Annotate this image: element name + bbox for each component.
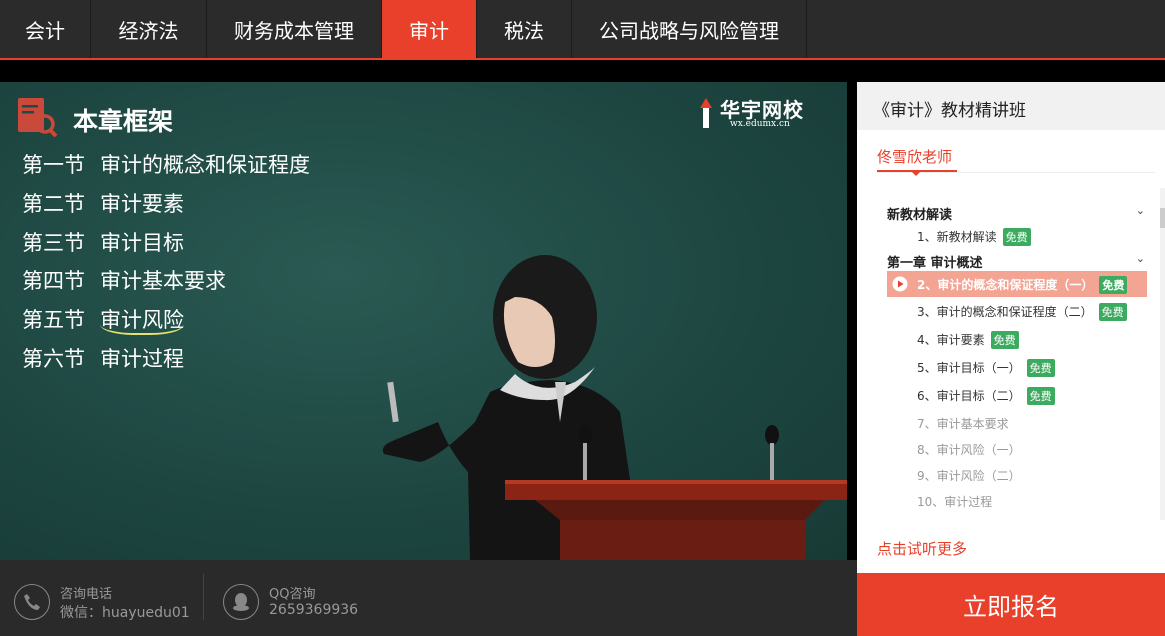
- section-item: 第二节 审计要素: [22, 191, 184, 216]
- free-badge: 免费: [1026, 359, 1055, 377]
- teacher-tab-caret: [911, 171, 921, 176]
- lesson-item[interactable]: 7、审计基本要求: [887, 412, 1147, 434]
- section-item: 第一节 审计的概念和保证程度: [22, 153, 310, 177]
- signup-button[interactable]: 立即报名: [857, 573, 1165, 636]
- scrollbar-thumb[interactable]: [1160, 208, 1165, 228]
- chapter-header-audit-overview[interactable]: 第一章 审计概述 ⌄: [887, 252, 1147, 272]
- lesson-list-scrollbar[interactable]: [1160, 188, 1165, 520]
- lesson-list: 新教材解读 ⌄ 1、新教材解读 免费 第一章 审计概述 ⌄ 2、审计的概念和保证程…: [887, 200, 1157, 518]
- document-search-icon: [18, 98, 58, 138]
- qq-number: 2659369936: [269, 602, 359, 618]
- tab-tax-law[interactable]: 税法: [477, 0, 572, 58]
- lesson-item[interactable]: 5、审计目标（一） 免费: [887, 356, 1147, 378]
- wechat-id: 微信：huayuedu01: [60, 605, 190, 621]
- play-icon: [892, 276, 908, 292]
- lesson-item[interactable]: 3、审计的概念和保证程度（二） 免费: [887, 300, 1147, 322]
- free-badge: 免费: [1002, 228, 1031, 246]
- tab-strategy-risk-management[interactable]: 公司战略与风险管理: [572, 0, 807, 58]
- free-badge: 免费: [1099, 276, 1128, 294]
- lesson-item-active[interactable]: 2、审计的概念和保证程度（一） 免费: [887, 271, 1147, 297]
- tab-accounting[interactable]: 会计: [0, 0, 91, 58]
- contact-bar: 咨询电话 微信：huayuedu01 QQ咨询 2659369936: [0, 560, 857, 636]
- brand-logo: 华宇网校 wx.edumx.cn: [698, 92, 818, 132]
- chevron-down-icon: ⌄: [1135, 204, 1145, 217]
- free-badge: 免费: [1026, 387, 1055, 405]
- course-sidebar: 《审计》教材精讲班 佟雪欣老师 新教材解读 ⌄ 1、新教材解读 免费 第一章 审计…: [857, 82, 1165, 636]
- tab-financial-cost-management[interactable]: 财务成本管理: [207, 0, 382, 58]
- section-item: 第四节 审计基本要求: [22, 269, 226, 294]
- section-item: 第六节 审计过程: [22, 346, 184, 371]
- chevron-down-icon: ⌄: [1135, 252, 1145, 265]
- teacher-tab[interactable]: 佟雪欣老师: [877, 146, 952, 167]
- section-list: 第一节 审计的概念和保证程度 第二节 审计要素 第三节 审计目标 第四节 审计基本要求 …: [22, 146, 310, 379]
- section-item: 第五节 审计风险: [22, 301, 310, 340]
- lesson-item[interactable]: 9、审计风险（二）: [887, 464, 1147, 486]
- lesson-item[interactable]: 10、审计过程: [887, 490, 1147, 512]
- lesson-item[interactable]: 1、新教材解读 免费: [887, 225, 1147, 247]
- free-badge: 免费: [1098, 303, 1127, 321]
- course-nav: 会计 经济法 财务成本管理 审计 税法 公司战略与风险管理: [0, 0, 1165, 60]
- contact-divider: [203, 574, 204, 620]
- listen-more-link[interactable]: 点击试听更多: [877, 538, 967, 559]
- video-player[interactable]: 本章框架 第一节 审计的概念和保证程度 第二节 审计要素 第三节 审计目标 第四节 审计…: [0, 82, 847, 560]
- chapter-header-new-material[interactable]: 新教材解读 ⌄: [887, 204, 1147, 224]
- tab-audit[interactable]: 审计: [382, 0, 477, 58]
- microphone-icon: [765, 425, 779, 480]
- lesson-item[interactable]: 4、审计要素 免费: [887, 328, 1147, 350]
- brand-url: wx.edumx.cn: [730, 119, 790, 129]
- lesson-item[interactable]: 6、审计目标（二） 免费: [887, 384, 1147, 406]
- section-item: 第三节 审计目标: [22, 230, 184, 255]
- qq-label: QQ咨询: [269, 587, 316, 602]
- phone-icon: [14, 584, 50, 620]
- podium: [505, 480, 847, 560]
- free-badge: 免费: [990, 331, 1019, 349]
- phone-label: 咨询电话: [60, 587, 113, 602]
- microphone-icon: [578, 425, 592, 480]
- sidebar-header: 《审计》教材精讲班: [857, 82, 1165, 130]
- chapter-title: 本章框架: [73, 107, 174, 136]
- qq-penguin-icon: [223, 584, 259, 620]
- lesson-item[interactable]: 8、审计风险（一）: [887, 438, 1147, 460]
- course-title: 《审计》教材精讲班: [873, 101, 1026, 121]
- torch-logo-icon: [700, 98, 712, 128]
- tab-economic-law[interactable]: 经济法: [91, 0, 207, 58]
